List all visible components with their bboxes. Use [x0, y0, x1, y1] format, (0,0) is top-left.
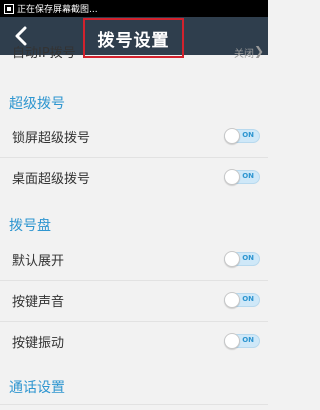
section-title-super-dial: 超级拨号 [9, 96, 65, 112]
toggle-state-label: ON [242, 254, 254, 262]
row-label: 锁屏超级拨号 [12, 131, 91, 146]
chevron-right-icon: ❯ [253, 46, 264, 58]
toggle-knob [224, 333, 240, 349]
toggle-knob [224, 128, 240, 144]
settings-row-default-expand[interactable]: 默认展开 ON [0, 240, 268, 280]
settings-row-desktop-super-dial[interactable]: 桌面超级拨号 ON [0, 158, 268, 198]
chevron-left-icon [15, 26, 27, 46]
toggle-switch[interactable]: ON [224, 333, 260, 349]
section-title-dialpad: 拨号盘 [9, 218, 51, 234]
toggle-switch[interactable]: ON [224, 128, 260, 144]
row-label: 按键声音 [12, 295, 65, 310]
toggle-switch[interactable]: ON [224, 169, 260, 185]
toggle-state-label: ON [242, 295, 254, 303]
row-value: 关闭 [234, 49, 254, 60]
section-title-call-settings: 通话设置 [9, 380, 65, 396]
screenshot-icon [4, 3, 14, 14]
toggle-switch[interactable]: ON [224, 292, 260, 308]
status-bar: 正在保存屏幕截图... [0, 0, 268, 17]
divider [0, 404, 268, 405]
toggle-state-label: ON [242, 336, 254, 344]
settings-row-key-vibration[interactable]: 按键振动 ON [0, 322, 268, 362]
settings-row-lockscreen-super-dial[interactable]: 锁屏超级拨号 ON [0, 117, 268, 157]
toggle-state-label: ON [242, 172, 254, 180]
status-notification-text: 正在保存屏幕截图... [17, 5, 98, 15]
toggle-knob [224, 169, 240, 185]
toggle-state-label: ON [242, 131, 254, 139]
settings-row-auto-ip-dial[interactable]: 自动IP拨号 关闭 ❯ [0, 46, 268, 70]
settings-row-key-sound[interactable]: 按键声音 ON [0, 281, 268, 321]
row-label: 自动IP拨号 [12, 46, 76, 61]
toggle-knob [224, 251, 240, 267]
toggle-switch[interactable]: ON [224, 251, 260, 267]
row-label: 按键振动 [12, 336, 65, 351]
row-label: 默认展开 [12, 254, 65, 269]
toggle-knob [224, 292, 240, 308]
row-label: 桌面超级拨号 [12, 172, 91, 187]
